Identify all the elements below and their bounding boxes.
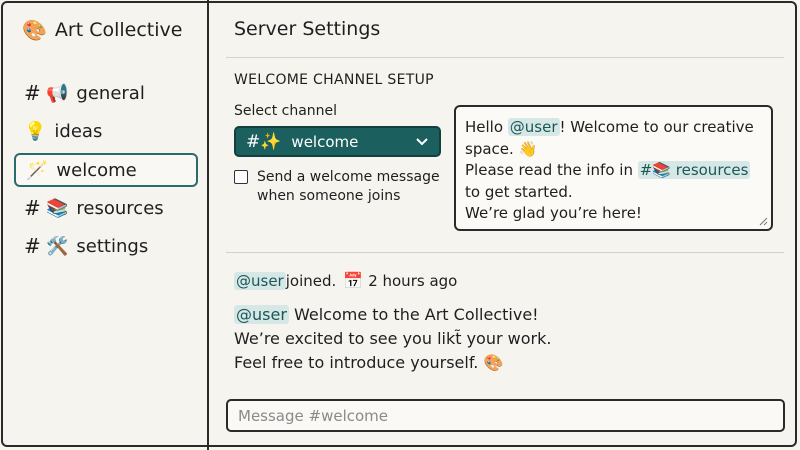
channel-mention: #📚 resources xyxy=(637,161,751,179)
channel-sidebar: 🎨 Art Collective # 📢 general 💡 ideas 🪄 w… xyxy=(0,0,209,450)
hash-icon: # xyxy=(24,196,41,220)
sidebar-item-settings[interactable]: # 🛠️ settings xyxy=(14,229,198,263)
chevron-down-icon xyxy=(416,137,428,145)
select-channel-label: Select channel xyxy=(234,103,338,119)
divider xyxy=(226,57,784,58)
user-mention[interactable]: @user xyxy=(234,305,289,324)
megaphone-icon: 📢 xyxy=(46,82,69,104)
welcome-line-4: We’re glad you’re here! xyxy=(465,204,642,222)
sidebar-item-label: settings xyxy=(76,235,149,257)
lightbulb-icon: 💡 xyxy=(24,120,47,142)
sidebar-item-label: ideas xyxy=(54,120,103,142)
resize-handle-icon[interactable] xyxy=(759,217,768,226)
channel-select[interactable]: #✨ welcome xyxy=(234,126,441,157)
page-title: Server Settings xyxy=(234,18,381,40)
sidebar-item-label: general xyxy=(76,82,145,104)
welcome-line-3: to get started. xyxy=(465,182,573,201)
timestamp: 2 hours ago xyxy=(368,271,458,290)
sidebar-item-label: resources xyxy=(76,197,164,219)
palette-icon: 🎨 xyxy=(22,18,47,42)
welcome-line-1: Hello @user! Welcome to our creative spa… xyxy=(465,117,762,160)
sidebar-item-label: welcome xyxy=(56,159,137,181)
message-line-3: Feel free to introduce yourself. 🎨 xyxy=(234,353,504,372)
books-icon: 📚 xyxy=(46,197,69,219)
server-name: Art Collective xyxy=(54,19,183,41)
welcome-toggle-row[interactable]: Send a welcome message when someone join… xyxy=(234,168,444,206)
welcome-hello: Hello xyxy=(465,118,508,136)
user-mention[interactable]: @user xyxy=(234,271,286,290)
message-line-2: We’re excited to see you likt̃ your work… xyxy=(234,329,552,348)
joined-text: joined. xyxy=(285,271,337,290)
sidebar-item-resources[interactable]: # 📚 resources xyxy=(14,191,198,225)
welcome-instruction: Please read the info in xyxy=(465,161,638,179)
tools-icon: 🛠️ xyxy=(46,235,69,257)
checkbox-label: Send a welcome message when someone join… xyxy=(257,169,440,204)
welcome-message-editor[interactable]: Hello @user! Welcome to our creative spa… xyxy=(454,105,773,231)
calendar-icon: 📅 xyxy=(343,271,364,290)
sparkle-hash-icon: #✨ xyxy=(246,131,282,152)
hash-icon: # xyxy=(24,81,41,105)
hash-icon: # xyxy=(24,234,41,258)
message-line-1: @user Welcome to the Art Collective! xyxy=(234,303,551,327)
user-mention: @user xyxy=(507,118,560,136)
join-notification: @user joined. 📅 2 hours ago xyxy=(234,271,457,290)
magic-wand-icon: 🪄 xyxy=(26,159,49,181)
welcome-line-2: Please read the info in #📚 resources xyxy=(465,160,762,182)
section-title: WELCOME CHANNEL SETUP xyxy=(234,72,434,88)
sidebar-item-general[interactable]: # 📢 general xyxy=(14,76,198,110)
message-composer-input[interactable] xyxy=(226,399,785,432)
server-header[interactable]: 🎨 Art Collective xyxy=(22,18,182,42)
sidebar-item-ideas[interactable]: 💡 ideas xyxy=(14,114,198,148)
message-text: Welcome to the Art Collective! xyxy=(288,305,539,324)
divider xyxy=(226,252,784,253)
welcome-checkbox[interactable] xyxy=(234,170,248,184)
sidebar-item-welcome[interactable]: 🪄 welcome xyxy=(14,153,198,187)
welcome-message: @user Welcome to the Art Collective! We’… xyxy=(234,303,551,375)
selected-channel: welcome xyxy=(291,132,359,151)
